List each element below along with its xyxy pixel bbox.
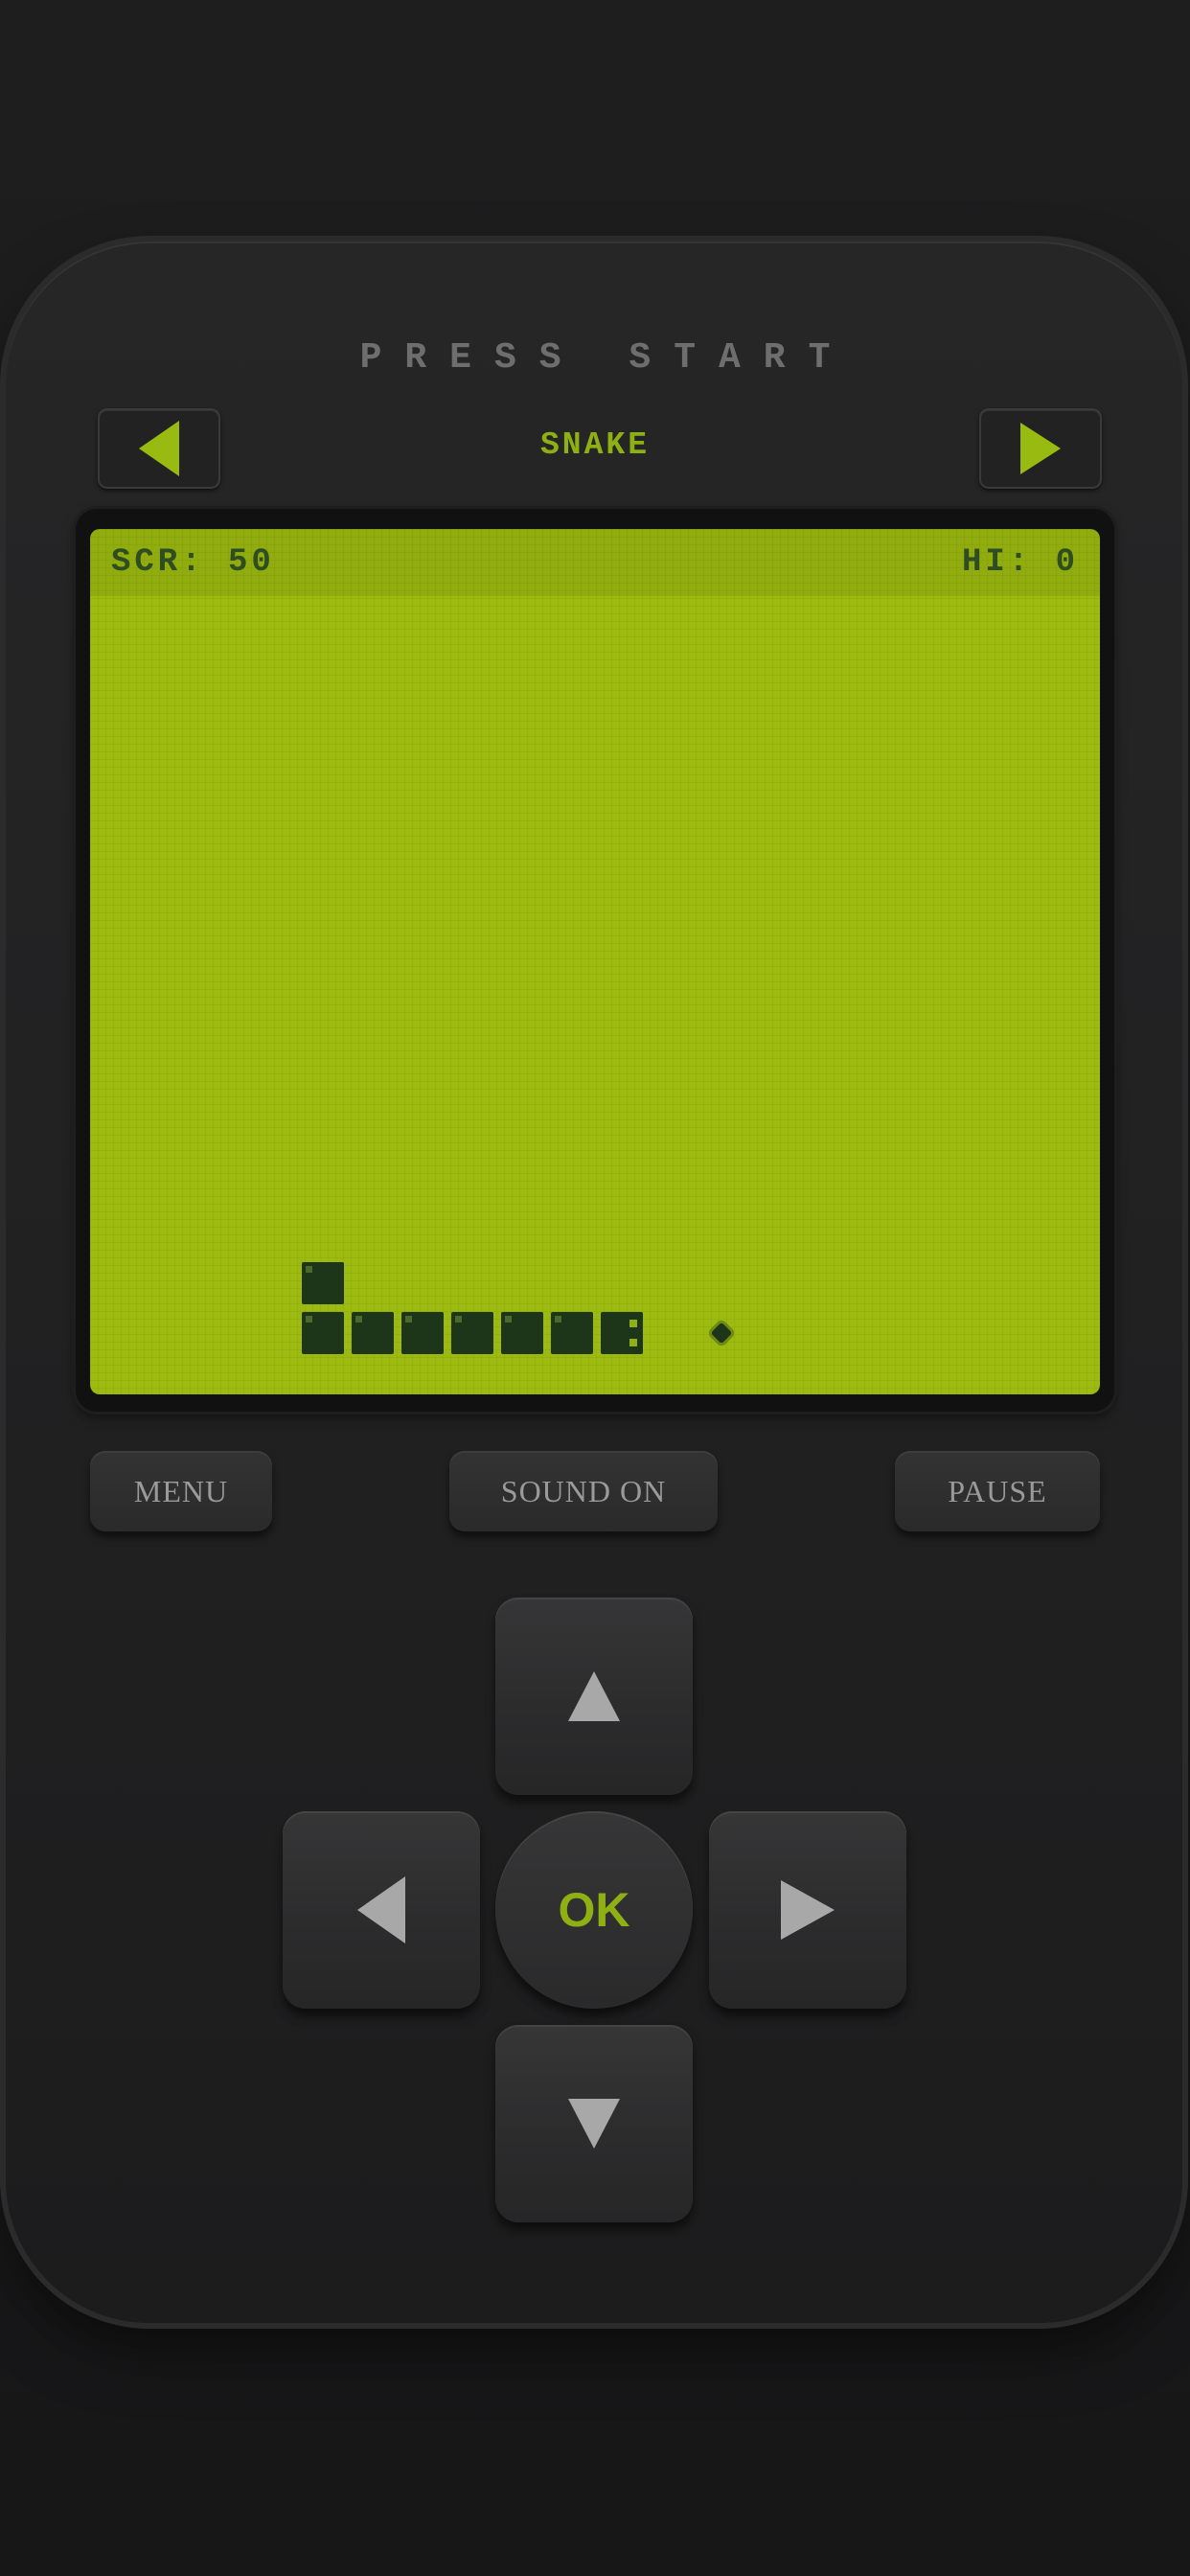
menu-button[interactable]: MENU bbox=[90, 1451, 272, 1531]
score-display: SCR: 50 bbox=[111, 544, 275, 581]
dpad-right-button[interactable] bbox=[709, 1811, 906, 2009]
snake-segment bbox=[451, 1312, 493, 1354]
dpad-down-button[interactable] bbox=[495, 2025, 693, 2222]
press-start-label: PRESS START bbox=[359, 337, 854, 379]
pause-button[interactable]: PAUSE bbox=[895, 1451, 1100, 1531]
arrow-left-icon bbox=[357, 1876, 405, 1944]
hud-bar: SCR: 50 HI: 0 bbox=[90, 529, 1100, 596]
game-screen[interactable]: SCR: 50 HI: 0 bbox=[90, 529, 1100, 1394]
arrow-down-icon bbox=[568, 2099, 620, 2149]
arrow-right-icon bbox=[781, 1880, 835, 1940]
triangle-right-icon bbox=[1020, 423, 1061, 474]
snake-segment bbox=[302, 1312, 344, 1354]
dpad-up-button[interactable] bbox=[495, 1598, 693, 1795]
snake-segment bbox=[352, 1312, 394, 1354]
snake-segment bbox=[551, 1312, 593, 1354]
snake-segment bbox=[401, 1312, 444, 1354]
snake-eye bbox=[629, 1339, 637, 1346]
food-pellet bbox=[710, 1322, 733, 1345]
ok-button[interactable]: OK bbox=[495, 1811, 693, 2009]
dpad-left-button[interactable] bbox=[283, 1811, 480, 2009]
arrow-up-icon bbox=[568, 1671, 620, 1721]
snake-segment bbox=[302, 1262, 344, 1304]
next-game-button[interactable] bbox=[979, 408, 1102, 489]
snake-segment bbox=[501, 1312, 543, 1354]
snake-head bbox=[601, 1312, 643, 1354]
sound-toggle-button[interactable]: SOUND ON bbox=[449, 1451, 718, 1531]
snake-eye bbox=[629, 1320, 637, 1327]
high-score-display: HI: 0 bbox=[961, 544, 1079, 581]
